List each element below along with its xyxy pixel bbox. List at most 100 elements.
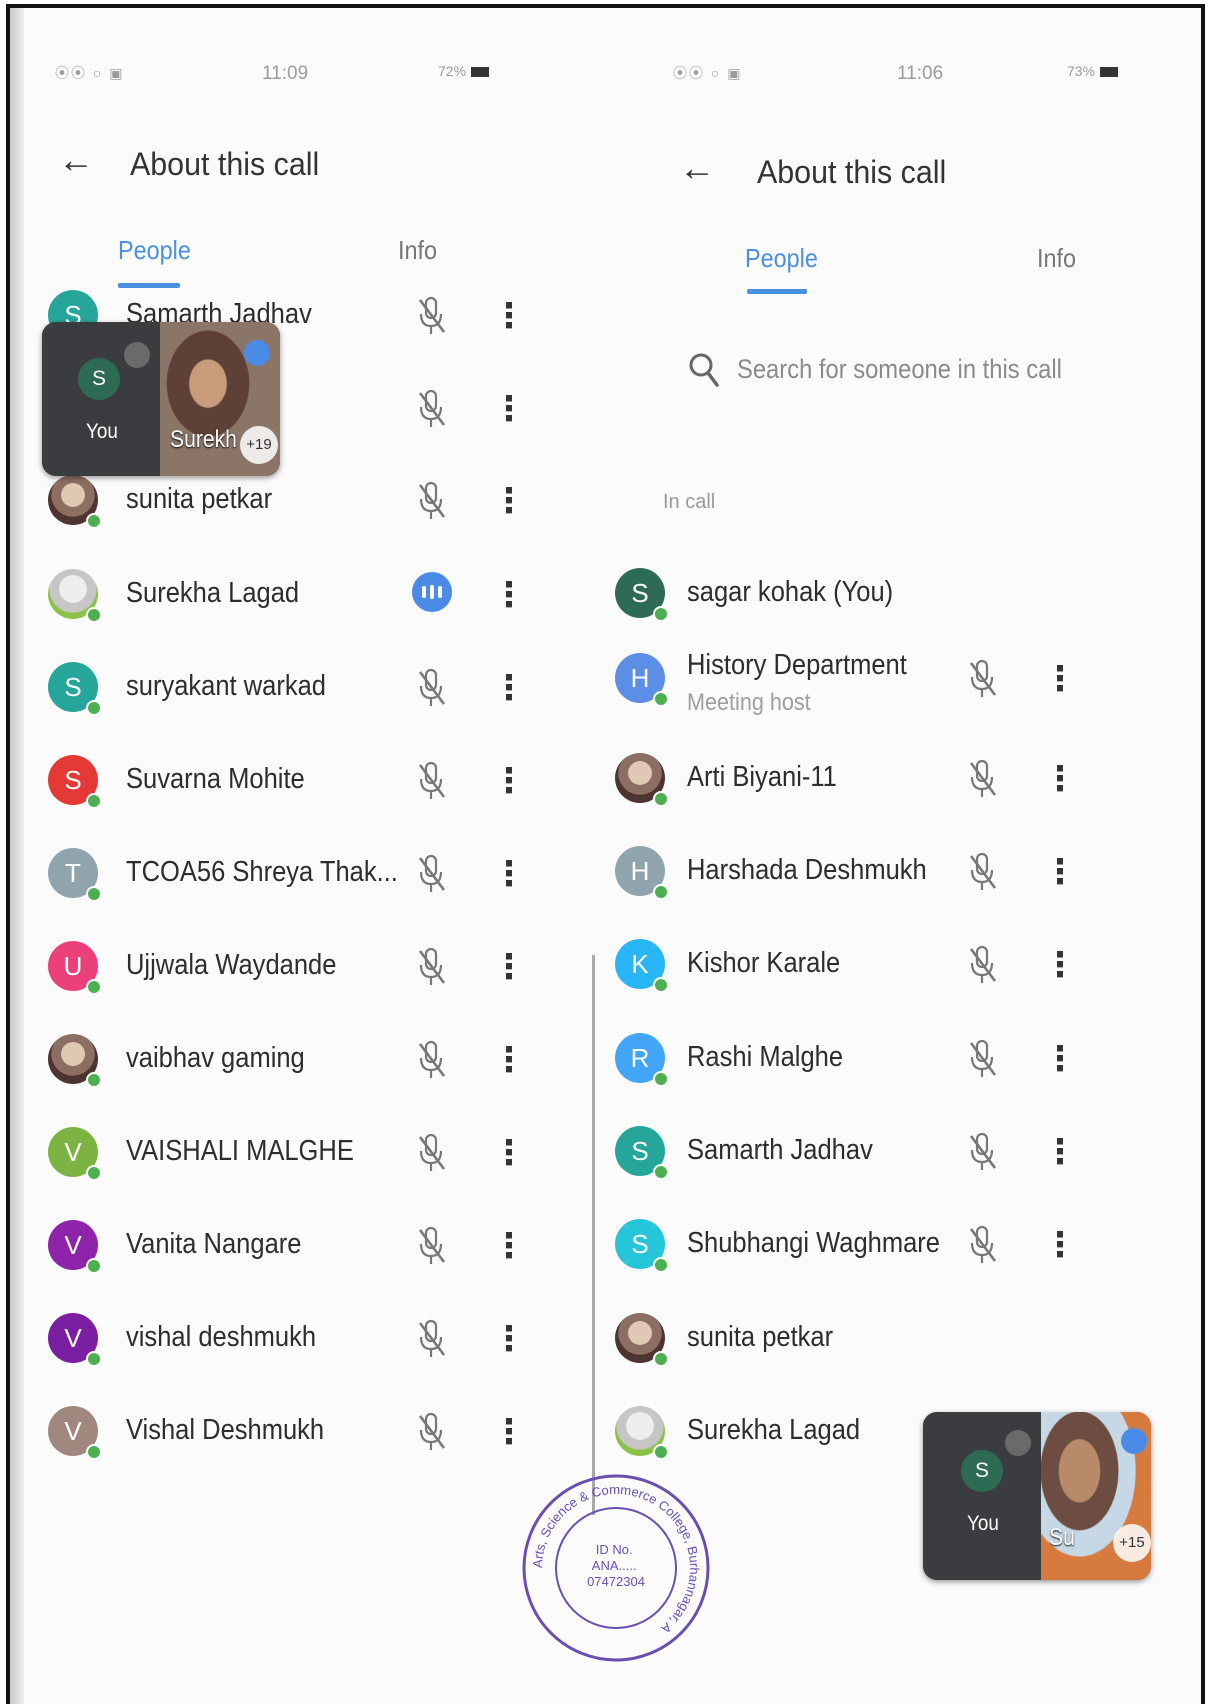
self-muted-icon bbox=[1005, 1430, 1031, 1456]
online-indicator bbox=[653, 791, 669, 807]
search-bar[interactable]: Search for someone in this call bbox=[645, 348, 1185, 398]
search-input[interactable]: Search for someone in this call bbox=[737, 354, 1062, 385]
participant-row[interactable]: V Vishal Deshmukh ⋮ bbox=[30, 1406, 590, 1476]
more-options-icon[interactable]: ⋮ bbox=[492, 1131, 526, 1175]
online-indicator bbox=[653, 1351, 669, 1367]
signal-icons: ⦿⦿ ○ ▣ bbox=[55, 65, 125, 81]
more-options-icon[interactable]: ⋮ bbox=[1043, 1223, 1077, 1267]
more-options-icon[interactable]: ⋮ bbox=[492, 1038, 526, 1082]
online-indicator bbox=[653, 884, 669, 900]
back-arrow-icon[interactable]: ← bbox=[679, 150, 715, 186]
online-indicator bbox=[86, 1072, 102, 1088]
speaker-name: Surekh bbox=[170, 426, 237, 453]
battery-icon bbox=[471, 67, 490, 78]
mic-off-icon bbox=[414, 945, 450, 989]
participant-row[interactable]: V Vanita Nangare ⋮ bbox=[30, 1220, 590, 1290]
status-time: 11:09 bbox=[262, 63, 309, 84]
participant-row[interactable]: R Rashi Malghe ⋮ bbox=[615, 1033, 1185, 1103]
participant-row[interactable]: Surekha Lagad ⋮ bbox=[30, 569, 590, 639]
tab-info[interactable]: Info bbox=[1037, 243, 1076, 274]
more-options-icon[interactable]: ⋮ bbox=[1043, 757, 1077, 801]
more-options-icon[interactable]: ⋮ bbox=[492, 1410, 526, 1454]
tab-people[interactable]: People bbox=[118, 235, 191, 266]
tab-people[interactable]: People bbox=[745, 243, 818, 274]
more-options-icon[interactable]: ⋮ bbox=[492, 573, 526, 617]
self-label: You bbox=[86, 420, 118, 443]
participant-row[interactable]: sunita petkar bbox=[615, 1313, 1185, 1383]
section-header-in-call: In call bbox=[663, 491, 716, 513]
online-indicator bbox=[86, 1351, 102, 1367]
more-options-icon[interactable]: ⋮ bbox=[492, 294, 526, 338]
participant-name: VAISHALI MALGHE bbox=[126, 1135, 354, 1167]
more-options-icon[interactable]: ⋮ bbox=[492, 852, 526, 896]
mic-off-icon bbox=[965, 1130, 1001, 1174]
more-options-icon[interactable]: ⋮ bbox=[1043, 850, 1077, 894]
participant-name: vishal deshmukh bbox=[126, 1321, 317, 1353]
right-screenshot: ⦿⦿ ○ ▣ 11:06 73% ← About this call Peopl… bbox=[615, 8, 1185, 1698]
more-options-icon[interactable]: ⋮ bbox=[492, 479, 526, 523]
participant-row[interactable]: S Suvarna Mohite ⋮ bbox=[30, 755, 590, 825]
participant-row[interactable]: V VAISHALI MALGHE ⋮ bbox=[30, 1127, 590, 1197]
participant-row[interactable]: S Samarth Jadhav ⋮ bbox=[615, 1126, 1185, 1196]
participant-row[interactable]: Ssuryakant warkad ⋮ bbox=[30, 662, 590, 732]
status-bar: ⦿⦿ ○ ▣ 11:09 72% bbox=[30, 63, 590, 93]
more-participants-badge[interactable]: +19 bbox=[240, 426, 278, 464]
participant-row[interactable]: S Shubhangi Waghmare ⋮ bbox=[615, 1219, 1185, 1289]
online-indicator bbox=[86, 700, 102, 716]
participant-name: sunita petkar bbox=[126, 483, 273, 515]
online-indicator bbox=[86, 607, 102, 623]
back-arrow-icon[interactable]: ← bbox=[58, 142, 94, 178]
more-options-icon[interactable]: ⋮ bbox=[1043, 1037, 1077, 1081]
more-options-icon[interactable]: ⋮ bbox=[492, 666, 526, 710]
more-options-icon[interactable]: ⋮ bbox=[1043, 1130, 1077, 1174]
scan-edge bbox=[10, 8, 24, 1704]
mic-off-icon bbox=[965, 757, 1001, 801]
video-pip[interactable]: S You Su +15 bbox=[923, 1412, 1151, 1580]
left-screenshot: ⦿⦿ ○ ▣ 11:09 72% ← About this call Peopl… bbox=[30, 8, 590, 1698]
participant-row[interactable]: H Harshada Deshmukh ⋮ bbox=[615, 846, 1185, 916]
participant-row[interactable]: U Ujjwala Waydande ⋮ bbox=[30, 941, 590, 1011]
online-indicator bbox=[86, 886, 102, 902]
battery-indicator: 73% bbox=[1067, 63, 1119, 79]
mic-off-icon bbox=[414, 479, 450, 523]
participant-row[interactable]: H History Department Meeting host ⋮ bbox=[615, 649, 1185, 723]
more-options-icon[interactable]: ⋮ bbox=[1043, 943, 1077, 987]
online-indicator bbox=[653, 1071, 669, 1087]
mic-off-icon bbox=[965, 657, 1001, 701]
self-tile: S You bbox=[923, 1412, 1041, 1580]
more-options-icon[interactable]: ⋮ bbox=[492, 945, 526, 989]
participant-row[interactable]: K Kishor Karale ⋮ bbox=[615, 939, 1185, 1009]
self-tile: S You bbox=[42, 322, 160, 476]
participant-name: Arti Biyani-11 bbox=[687, 761, 837, 793]
speaker-video: Su +15 bbox=[1041, 1412, 1151, 1580]
participant-name: vaibhav gaming bbox=[126, 1042, 305, 1074]
battery-percent: 72% bbox=[438, 63, 467, 79]
participant-row[interactable]: Ssagar kohak (You) bbox=[615, 568, 1185, 638]
participant-row[interactable]: sunita petkar ⋮ bbox=[30, 475, 590, 545]
speaking-icon bbox=[1121, 1428, 1147, 1454]
self-avatar: S bbox=[78, 358, 120, 400]
mic-off-icon bbox=[414, 1317, 450, 1361]
more-options-icon[interactable]: ⋮ bbox=[492, 387, 526, 431]
participant-name: Ujjwala Waydande bbox=[126, 949, 337, 981]
speaker-video: Surekh +19 bbox=[160, 322, 280, 476]
online-indicator bbox=[653, 606, 669, 622]
college-stamp: Arts, Science & Commerce College, Burhan… bbox=[522, 1474, 710, 1662]
video-pip[interactable]: S You Surekh +19 bbox=[42, 322, 280, 476]
online-indicator bbox=[653, 1444, 669, 1460]
more-options-icon[interactable]: ⋮ bbox=[1043, 657, 1077, 701]
battery-indicator: 72% bbox=[438, 63, 490, 79]
online-indicator bbox=[86, 1444, 102, 1460]
more-participants-badge[interactable]: +15 bbox=[1113, 1524, 1151, 1562]
participant-row[interactable]: vaibhav gaming ⋮ bbox=[30, 1034, 590, 1104]
more-options-icon[interactable]: ⋮ bbox=[492, 759, 526, 803]
participant-name: TCOA56 Shreya Thak... bbox=[126, 856, 398, 888]
more-options-icon[interactable]: ⋮ bbox=[492, 1317, 526, 1361]
participant-row[interactable]: Arti Biyani-11 ⋮ bbox=[615, 753, 1185, 823]
mic-off-icon bbox=[414, 387, 450, 431]
participant-name: Vishal Deshmukh bbox=[126, 1414, 325, 1446]
participant-row[interactable]: Vvishal deshmukh ⋮ bbox=[30, 1313, 590, 1383]
more-options-icon[interactable]: ⋮ bbox=[492, 1224, 526, 1268]
participant-row[interactable]: T TCOA56 Shreya Thak... ⋮ bbox=[30, 848, 590, 918]
tab-info[interactable]: Info bbox=[398, 235, 437, 266]
